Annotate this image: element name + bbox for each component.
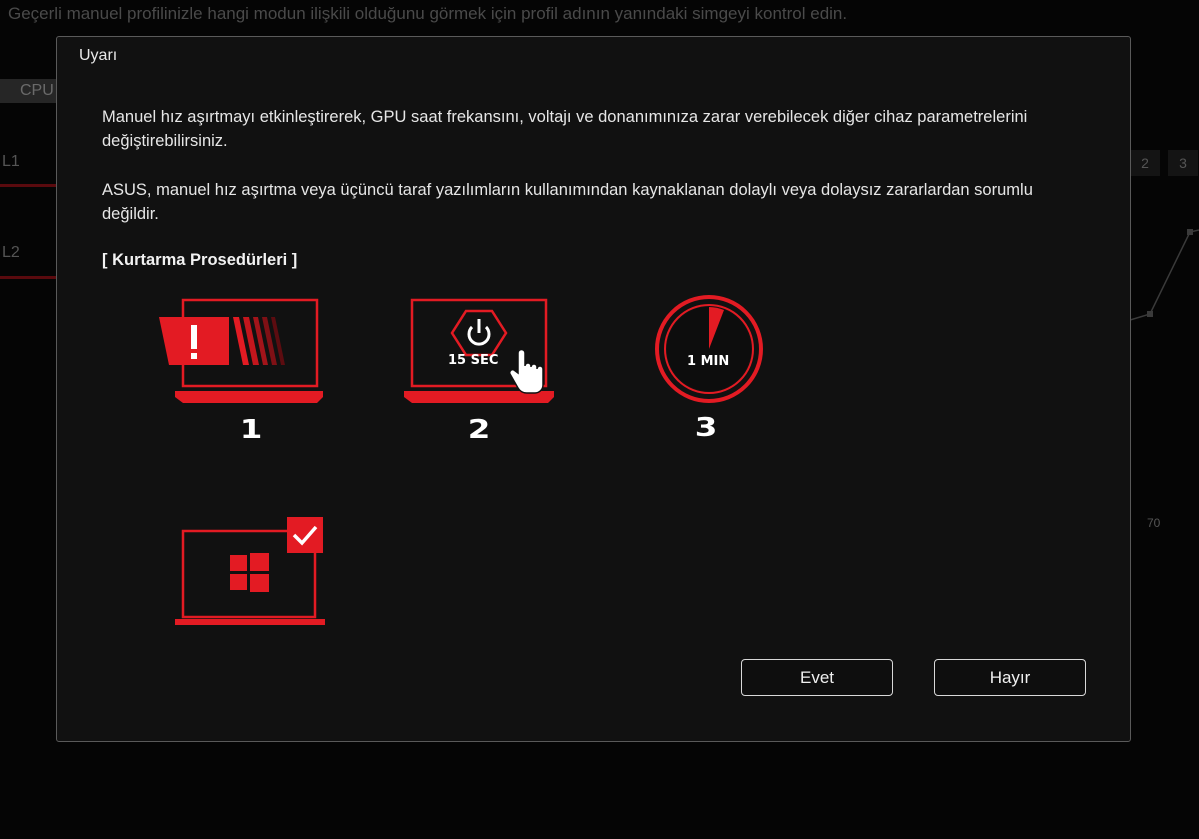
background-hint-text: Geçerli manuel profilinizle hangi modun … [8, 4, 848, 23]
recovery-step-1: 1 [157, 295, 327, 445]
background-axis-value: 70 [1147, 516, 1161, 530]
step-number-3: 3 [694, 413, 718, 443]
step-2-caption: 15 SEC [448, 353, 499, 368]
laptop-windows-check-icon [175, 517, 325, 625]
background-red-divider [0, 184, 60, 187]
recovery-step-3: 1 MIN 3 [653, 293, 765, 443]
recovery-step-2: 15 SEC 2 [402, 295, 562, 445]
warning-dialog: Uyarı Manuel hız aşırtmayı etkinleştirer… [56, 36, 1131, 742]
dialog-title: Uyarı [79, 47, 118, 64]
step-number-2: 2 [467, 415, 491, 445]
background-right-tab-3[interactable]: 3 [1168, 150, 1198, 176]
recovery-procedures-title: [ Kurtarma Prosedürleri ] [102, 251, 298, 269]
yes-button[interactable]: Evet [741, 659, 893, 696]
background-row-label-l1: L1 [2, 153, 20, 170]
warning-paragraph-2: ASUS, manuel hız aşırtma veya üçüncü tar… [102, 181, 1033, 223]
warning-paragraph-1: Manuel hız aşırtmayı etkinleştirerek, GP… [102, 108, 1028, 150]
background-right-tab-2[interactable]: 2 [1130, 150, 1160, 176]
timer-icon [655, 295, 763, 403]
background-curve-graph [1130, 229, 1199, 321]
step-number-1: 1 [239, 415, 263, 445]
laptop-warning-icon [159, 298, 323, 403]
background-red-divider [0, 276, 60, 279]
background-row-label-l2: L2 [2, 244, 20, 261]
no-button[interactable]: Hayır [934, 659, 1086, 696]
recovery-step-4 [173, 515, 333, 627]
step-3-caption: 1 MIN [687, 354, 730, 369]
